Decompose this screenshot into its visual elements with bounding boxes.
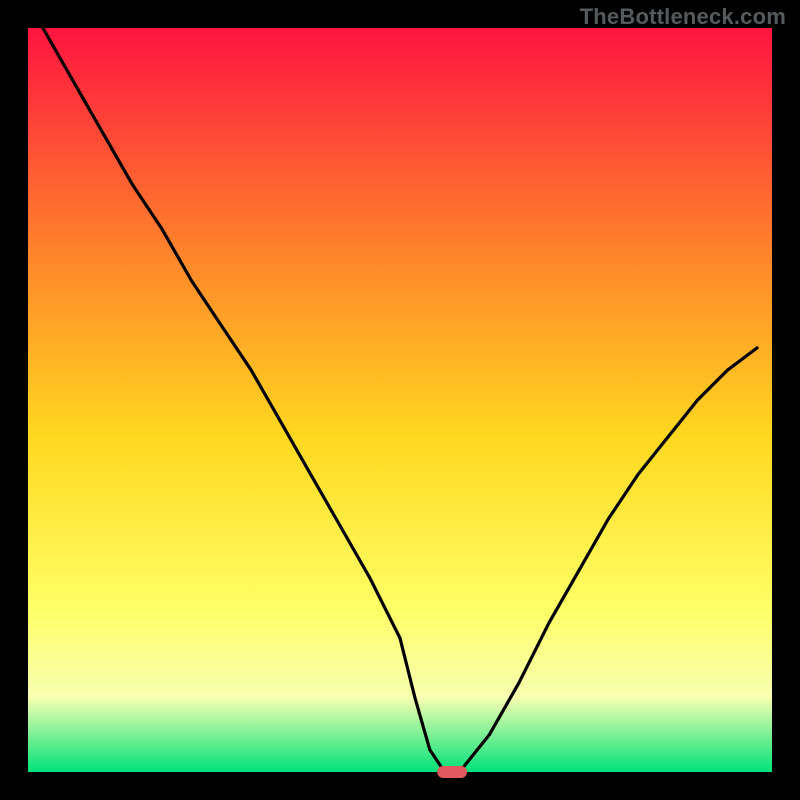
chart-svg xyxy=(0,0,800,800)
chart-frame: { "watermark": "TheBottleneck.com", "col… xyxy=(0,0,800,800)
watermark-text: TheBottleneck.com xyxy=(580,4,786,30)
plot-area xyxy=(28,28,772,772)
optimum-marker xyxy=(437,766,467,778)
